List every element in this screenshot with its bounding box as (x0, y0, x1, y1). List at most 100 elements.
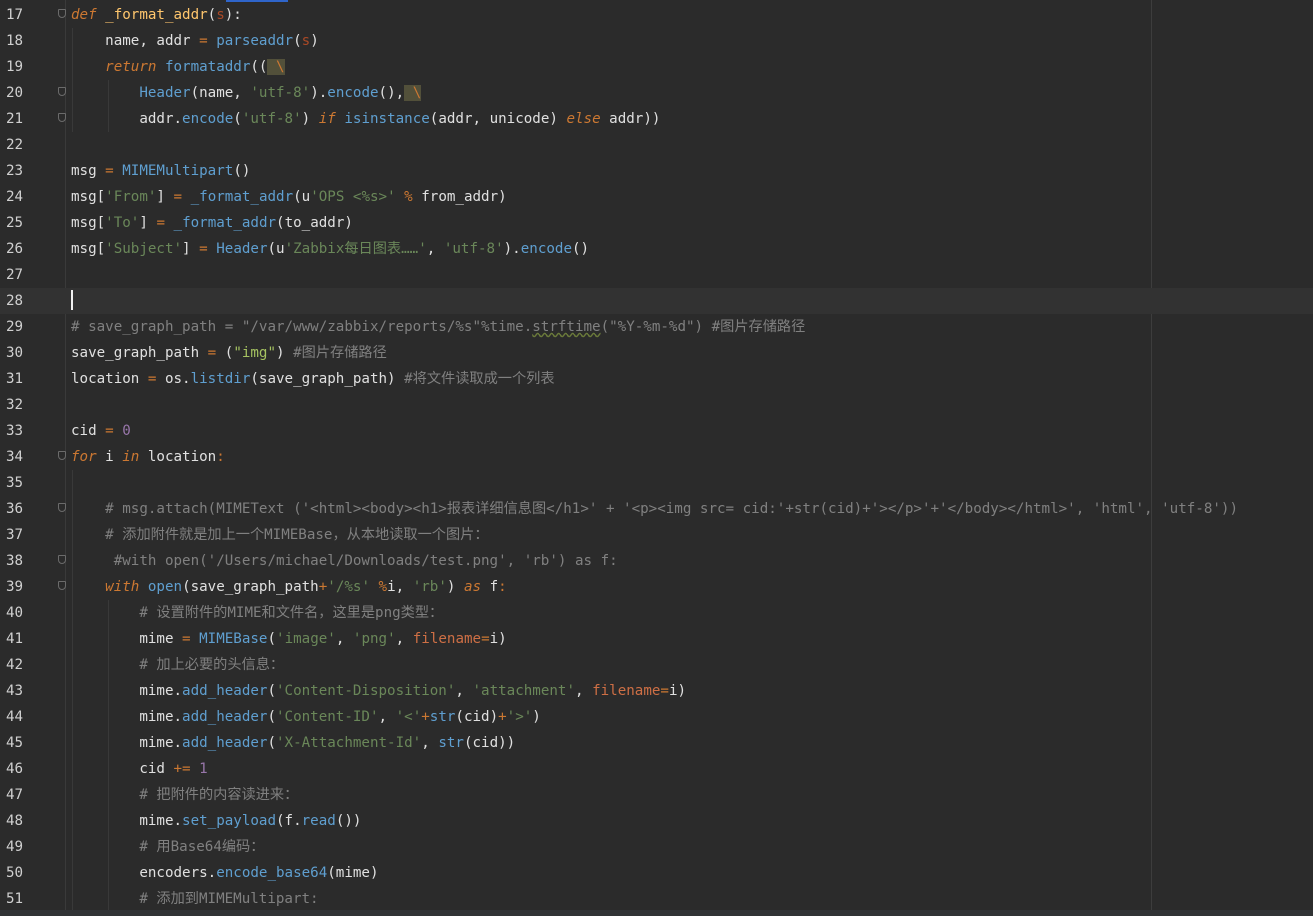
code-line-26[interactable]: 26 msg['Subject'] = Header(u'Zabbix每日图表……… (0, 236, 1313, 262)
line-number[interactable]: 32 (0, 392, 44, 418)
code-line-25[interactable]: 25 msg['To'] = _format_addr(to_addr) (0, 210, 1313, 236)
code-text[interactable]: # 添加附件就是加上一个MIMEBase，从本地读取一个图片： (71, 522, 488, 548)
code-text[interactable]: save_graph_path = ("img") #图片存储路径 (71, 340, 387, 366)
code-text[interactable]: Header(name, 'utf-8').encode(), \ (71, 80, 422, 106)
line-number[interactable]: 50 (0, 860, 44, 886)
code-line-45[interactable]: 45 mime.add_header('X-Attachment-Id', st… (0, 730, 1313, 756)
code-line-18[interactable]: 18 name, addr = parseaddr(s) (0, 28, 1313, 54)
fold-marker-icon[interactable] (58, 113, 66, 122)
code-text[interactable]: addr.encode('utf-8') if isinstance(addr,… (71, 106, 660, 132)
line-number[interactable]: 28 (0, 288, 44, 314)
horizontal-scrollbar[interactable] (0, 910, 1313, 916)
fold-marker-icon[interactable] (58, 9, 66, 18)
code-line-30[interactable]: 30 save_graph_path = ("img") #图片存储路径 (0, 340, 1313, 366)
line-number[interactable]: 19 (0, 54, 44, 80)
code-text[interactable]: def _format_addr(s): (71, 2, 242, 28)
code-text[interactable]: # msg.attach(MIMEText ('<html><body><h1>… (71, 496, 1238, 522)
code-text[interactable]: # 把附件的内容读进来： (71, 782, 298, 808)
code-line-23[interactable]: 23 msg = MIMEMultipart() (0, 158, 1313, 184)
line-number[interactable]: 36 (0, 496, 44, 522)
code-line-29[interactable]: 29 # save_graph_path = "/var/www/zabbix/r… (0, 314, 1313, 340)
code-line-32[interactable]: 32 (0, 392, 1313, 418)
line-number[interactable]: 21 (0, 106, 44, 132)
code-text[interactable]: #with open('/Users/michael/Downloads/tes… (71, 548, 618, 574)
code-line-42[interactable]: 42 # 加上必要的头信息： (0, 652, 1313, 678)
line-number[interactable]: 30 (0, 340, 44, 366)
line-number[interactable]: 33 (0, 418, 44, 444)
line-number[interactable]: 20 (0, 80, 44, 106)
line-number[interactable]: 37 (0, 522, 44, 548)
line-number[interactable]: 26 (0, 236, 44, 262)
code-text[interactable]: for i in location: (71, 444, 225, 470)
line-number[interactable]: 24 (0, 184, 44, 210)
code-text[interactable]: mime.add_header('Content-Disposition', '… (71, 678, 686, 704)
line-number[interactable]: 18 (0, 28, 44, 54)
line-number[interactable]: 49 (0, 834, 44, 860)
code-line-46[interactable]: 46 cid += 1 (0, 756, 1313, 782)
line-number[interactable]: 42 (0, 652, 44, 678)
code-text[interactable]: msg['Subject'] = Header(u'Zabbix每日图表……',… (71, 236, 589, 262)
code-text[interactable] (71, 288, 73, 314)
code-line-36[interactable]: 36 # msg.attach(MIMEText ('<html><body><… (0, 496, 1313, 522)
code-text[interactable]: return formataddr(( \ (71, 54, 285, 80)
code-line-34[interactable]: 34 for i in location: (0, 444, 1313, 470)
code-text[interactable]: # 添加到MIMEMultipart: (71, 886, 318, 912)
line-number[interactable]: 17 (0, 2, 44, 28)
fold-marker-icon[interactable] (58, 503, 66, 512)
fold-marker-icon[interactable] (58, 555, 66, 564)
code-line-22[interactable]: 22 (0, 132, 1313, 158)
code-text[interactable]: encoders.encode_base64(mime) (71, 860, 378, 886)
code-line-41[interactable]: 41 mime = MIMEBase('image', 'png', filen… (0, 626, 1313, 652)
code-text[interactable]: cid = 0 (71, 418, 131, 444)
code-line-47[interactable]: 47 # 把附件的内容读进来： (0, 782, 1313, 808)
code-text[interactable]: # save_graph_path = "/var/www/zabbix/rep… (71, 314, 805, 340)
code-text[interactable]: # 设置附件的MIME和文件名，这里是png类型： (71, 600, 443, 626)
line-number[interactable]: 22 (0, 132, 44, 158)
code-text[interactable]: name, addr = parseaddr(s) (71, 28, 319, 54)
code-line-35[interactable]: 35 (0, 470, 1313, 496)
code-line-31[interactable]: 31 location = os.listdir(save_graph_path)… (0, 366, 1313, 392)
line-number[interactable]: 31 (0, 366, 44, 392)
line-number[interactable]: 23 (0, 158, 44, 184)
code-line-28[interactable]: 28 (0, 288, 1313, 314)
line-number[interactable]: 34 (0, 444, 44, 470)
line-number[interactable]: 27 (0, 262, 44, 288)
code-editor[interactable]: 17 def _format_addr(s): 18 name, addr = pa… (0, 0, 1313, 916)
code-text[interactable]: msg['From'] = _format_addr(u'OPS <%s>' %… (71, 184, 507, 210)
code-text[interactable]: mime.add_header('X-Attachment-Id', str(c… (71, 730, 515, 756)
line-number[interactable]: 47 (0, 782, 44, 808)
code-line-39[interactable]: 39 with open(save_graph_path+'/%s' %i, '… (0, 574, 1313, 600)
line-number[interactable]: 46 (0, 756, 44, 782)
code-text[interactable]: msg['To'] = _format_addr(to_addr) (71, 210, 353, 236)
code-line-24[interactable]: 24 msg['From'] = _format_addr(u'OPS <%s>'… (0, 184, 1313, 210)
code-line-51[interactable]: 51 # 添加到MIMEMultipart: (0, 886, 1313, 912)
code-line-27[interactable]: 27 (0, 262, 1313, 288)
line-number[interactable]: 39 (0, 574, 44, 600)
code-line-49[interactable]: 49 # 用Base64编码： (0, 834, 1313, 860)
code-line-21[interactable]: 21 addr.encode('utf-8') if isinstance(ad… (0, 106, 1313, 132)
code-line-43[interactable]: 43 mime.add_header('Content-Disposition'… (0, 678, 1313, 704)
line-number[interactable]: 43 (0, 678, 44, 704)
line-number[interactable]: 40 (0, 600, 44, 626)
fold-marker-icon[interactable] (58, 581, 66, 590)
line-number[interactable]: 51 (0, 886, 44, 912)
code-text[interactable]: mime = MIMEBase('image', 'png', filename… (71, 626, 506, 652)
code-text[interactable]: msg = MIMEMultipart() (71, 158, 250, 184)
code-line-48[interactable]: 48 mime.set_payload(f.read()) (0, 808, 1313, 834)
line-number[interactable]: 38 (0, 548, 44, 574)
line-number[interactable]: 44 (0, 704, 44, 730)
code-line-37[interactable]: 37 # 添加附件就是加上一个MIMEBase，从本地读取一个图片： (0, 522, 1313, 548)
code-line-33[interactable]: 33 cid = 0 (0, 418, 1313, 444)
code-line-20[interactable]: 20 Header(name, 'utf-8').encode(), \ (0, 80, 1313, 106)
code-text[interactable]: with open(save_graph_path+'/%s' %i, 'rb'… (71, 574, 507, 600)
line-number[interactable]: 25 (0, 210, 44, 236)
code-line-19[interactable]: 19 return formataddr(( \ (0, 54, 1313, 80)
code-line-38[interactable]: 38 #with open('/Users/michael/Downloads/… (0, 548, 1313, 574)
line-number[interactable]: 29 (0, 314, 44, 340)
line-number[interactable]: 45 (0, 730, 44, 756)
code-text[interactable]: cid += 1 (71, 756, 207, 782)
code-text[interactable]: mime.set_payload(f.read()) (71, 808, 361, 834)
code-line-44[interactable]: 44 mime.add_header('Content-ID', '<'+str… (0, 704, 1313, 730)
fold-marker-icon[interactable] (58, 87, 66, 96)
code-line-40[interactable]: 40 # 设置附件的MIME和文件名，这里是png类型： (0, 600, 1313, 626)
